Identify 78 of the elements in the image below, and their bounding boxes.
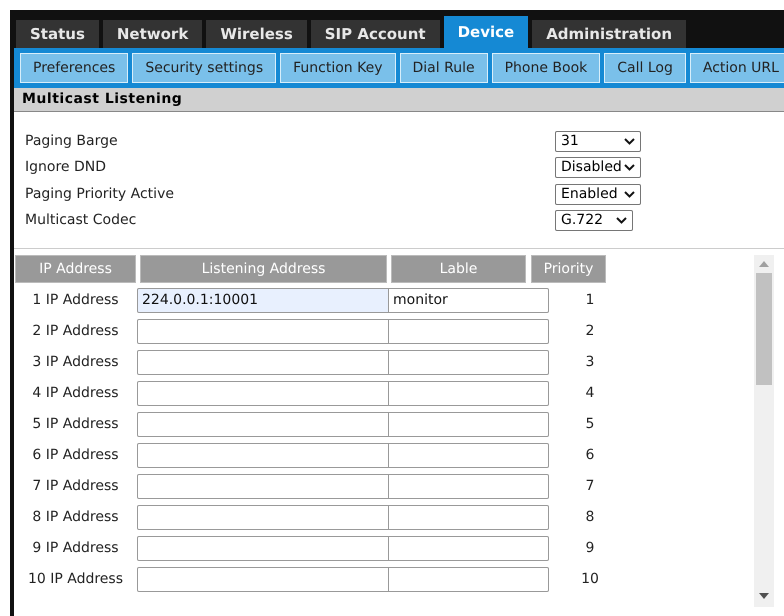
label-field[interactable]: monitor: [389, 288, 549, 312]
label-field[interactable]: [389, 442, 549, 468]
chevron-down-icon: [624, 138, 635, 145]
priority-cell-text: 3: [584, 352, 596, 372]
setting-label: Paging Priority Active: [24, 184, 175, 204]
label-field[interactable]: [389, 536, 549, 560]
nav-tab[interactable]: Network: [102, 20, 202, 48]
row-label: 3 IP Address: [31, 352, 120, 372]
chevron-down-icon: [616, 217, 627, 224]
listening-address-field[interactable]: [137, 474, 389, 498]
priority-cell-text: 5: [584, 414, 596, 434]
row-label: 10 IP Address: [26, 570, 124, 588]
label-field[interactable]: [389, 504, 549, 530]
dropdown-value: G.722: [561, 211, 604, 230]
label-field[interactable]: [389, 350, 549, 374]
listening-address-field[interactable]: [137, 318, 389, 344]
scroll-thumb[interactable]: [756, 273, 772, 385]
nav-tab[interactable]: Status: [16, 20, 99, 48]
scrollbar[interactable]: [754, 255, 774, 607]
dropdown-value: Disabled: [561, 158, 622, 178]
priority-cell-text: 10: [580, 570, 600, 588]
row-label: 8 IP Address: [31, 508, 120, 526]
label-field[interactable]: [389, 380, 549, 406]
column-header: Priority: [531, 255, 606, 283]
setting-label: Multicast Codec: [24, 211, 138, 230]
row-label: 7 IP Address: [31, 476, 120, 496]
row-label: 9 IP Address: [31, 538, 120, 558]
priority-cell-text: 2: [584, 322, 596, 340]
row-label: 6 IP Address: [31, 446, 120, 464]
setting-label: Ignore DND: [24, 158, 107, 178]
listening-address-field[interactable]: [137, 566, 389, 592]
listening-address-field[interactable]: [137, 504, 389, 530]
nav-tab[interactable]: Administration: [532, 20, 686, 48]
section-title: Multicast Listening: [22, 90, 182, 109]
listening-address-field[interactable]: [137, 442, 389, 468]
chevron-down-icon: [624, 164, 635, 172]
scroll-down-icon[interactable]: [759, 593, 769, 599]
row-label: 2 IP Address: [31, 322, 120, 340]
listening-address-field[interactable]: 224.0.0.1:10001: [137, 288, 389, 312]
priority-cell-text: 1: [584, 290, 596, 310]
nav-tab[interactable]: SIP Account: [310, 20, 440, 48]
listening-address-field[interactable]: [137, 380, 389, 406]
label-field[interactable]: [389, 566, 549, 592]
nav-tab[interactable]: Device: [444, 16, 528, 48]
column-header: Listening Address: [140, 255, 387, 283]
sub-tab[interactable]: Action URL: [690, 53, 784, 83]
sub-tab[interactable]: Dial Rule: [400, 53, 488, 83]
dropdown[interactable]: Enabled: [555, 184, 641, 205]
dropdown-value: Enabled: [561, 184, 618, 204]
nav-tab[interactable]: Wireless: [206, 20, 307, 48]
scroll-up-icon[interactable]: [759, 261, 769, 267]
row-label: 5 IP Address: [31, 414, 120, 434]
priority-cell-text: 6: [584, 446, 596, 464]
priority-cell-text: 7: [584, 476, 596, 496]
dropdown-value: 31: [561, 132, 579, 151]
sub-tab[interactable]: Call Log: [604, 53, 686, 83]
sub-tab[interactable]: Phone Book: [492, 53, 600, 83]
label-field[interactable]: [389, 474, 549, 498]
column-header: IP Address: [15, 255, 136, 283]
row-label: 1 IP Address: [31, 290, 120, 310]
listening-address-field[interactable]: [137, 536, 389, 560]
sub-tab[interactable]: Preferences: [20, 53, 128, 83]
listening-address-field[interactable]: [137, 412, 389, 436]
sub-tab[interactable]: Function Key: [280, 53, 396, 83]
listening-address-field[interactable]: [137, 350, 389, 374]
priority-cell-text: 8: [584, 508, 596, 526]
priority-cell-text: 9: [584, 538, 596, 558]
setting-label: Paging Barge: [24, 132, 119, 151]
chevron-down-icon: [624, 190, 635, 198]
label-field[interactable]: [389, 412, 549, 436]
row-label: 4 IP Address: [31, 384, 120, 402]
dropdown[interactable]: 31: [555, 130, 641, 152]
dropdown[interactable]: G.722: [555, 210, 633, 232]
dropdown[interactable]: Disabled: [555, 157, 641, 178]
sub-tab[interactable]: Security settings: [132, 53, 276, 83]
label-field[interactable]: [389, 318, 549, 344]
column-header: Lable: [391, 255, 526, 283]
priority-cell-text: 4: [584, 384, 596, 402]
